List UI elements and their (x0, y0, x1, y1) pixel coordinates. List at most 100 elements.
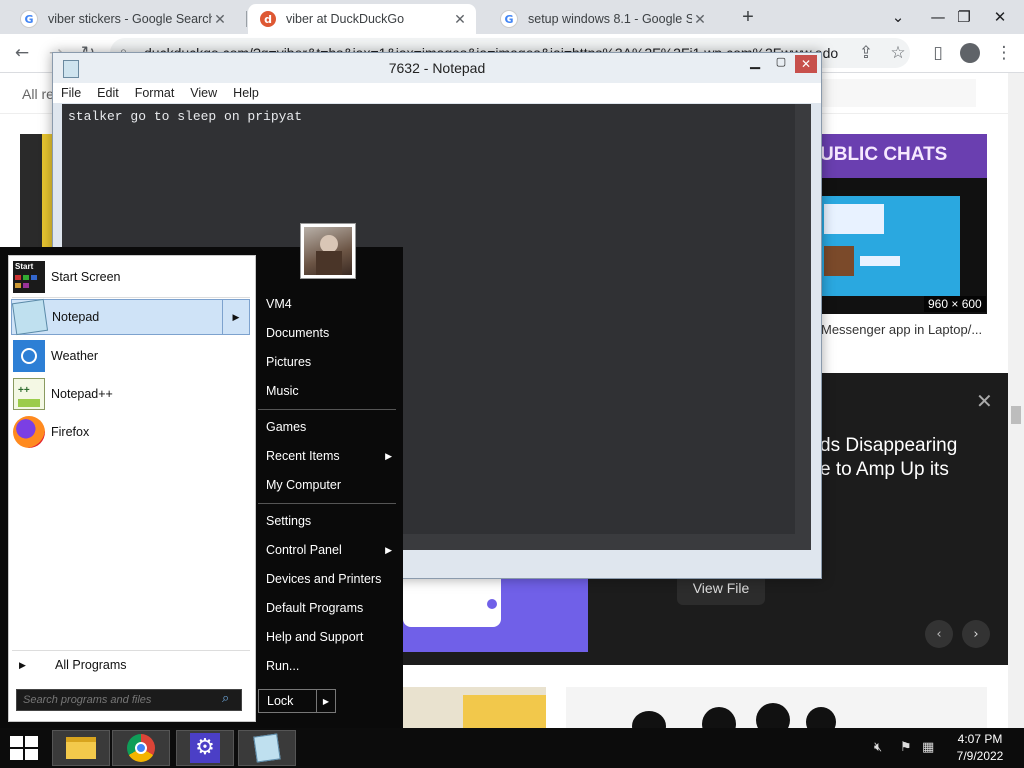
start-item-label: Firefox (51, 425, 90, 439)
restore-icon[interactable]: ❐ (944, 0, 984, 34)
laptop-screen (820, 178, 987, 314)
search-icon[interactable]: ⌕ (222, 691, 229, 706)
filter-control[interactable] (820, 79, 976, 107)
tab-separator (246, 11, 247, 27)
notepad-icon (253, 733, 281, 763)
clock-time[interactable]: 4:07 PM (944, 732, 1016, 746)
side-panel-icon[interactable]: ▯ (924, 39, 952, 67)
divider (12, 297, 250, 298)
start-item-firefox[interactable]: Firefox (11, 414, 251, 450)
start-right-vm4[interactable]: VM4 (266, 292, 292, 316)
start-right-control-panel[interactable]: Control Panel ▶ (266, 538, 392, 562)
start-right-label: Recent Items (266, 449, 340, 463)
taskbar-settings[interactable]: ⚙ (176, 730, 234, 766)
tab-title: viber stickers - Google Search (48, 12, 212, 26)
image-caption[interactable]: Messenger app in Laptop/... (821, 322, 982, 337)
weather-icon (13, 340, 45, 372)
start-right-run[interactable]: Run... (266, 654, 299, 678)
notepad-icon (11, 298, 49, 336)
menu-edit[interactable]: Edit (89, 86, 127, 100)
start-item-label: Weather (51, 349, 99, 363)
previous-image-icon[interactable]: ‹ (925, 620, 953, 648)
preview-image (403, 577, 588, 652)
back-icon[interactable]: ← (8, 39, 36, 67)
close-tab-icon[interactable]: ✕ (212, 11, 228, 28)
chat-screenshot (820, 196, 960, 296)
filter-all-regions[interactable]: All re (22, 86, 54, 102)
user-avatar[interactable] (300, 223, 356, 279)
profile-avatar-icon[interactable] (956, 39, 984, 67)
close-window-icon[interactable]: ✕ (980, 0, 1020, 34)
start-screen-icon: Start (13, 261, 45, 293)
start-right-recent-items[interactable]: Recent Items ▶ (266, 444, 392, 468)
chrome-icon (127, 734, 155, 762)
tab-viber-duckduckgo[interactable]: d viber at DuckDuckGo ✕ (248, 4, 476, 34)
windows-start-icon[interactable] (10, 736, 38, 760)
all-programs-button[interactable]: ▶ All Programs (11, 653, 251, 677)
menu-help[interactable]: Help (225, 86, 267, 100)
settings-icon: ⚙ (190, 733, 220, 763)
close-panel-icon[interactable]: ✕ (976, 389, 993, 413)
start-right-settings[interactable]: Settings (266, 509, 311, 533)
tab-viber-stickers[interactable]: G viber stickers - Google Search ✕ (8, 4, 236, 34)
start-right-devices-printers[interactable]: Devices and Printers (266, 567, 381, 591)
start-right-documents[interactable]: Documents (266, 321, 329, 345)
start-menu-programs-pane: Start Start Screen Notepad ▶ Weather ++ (8, 255, 256, 722)
scrollbar-thumb[interactable] (1011, 406, 1021, 424)
network-icon[interactable]: ▦ (922, 740, 934, 755)
start-right-label: Control Panel (266, 543, 342, 557)
notepad-close-icon[interactable]: ✕ (795, 55, 817, 73)
clock-date[interactable]: 7/9/2022 (944, 749, 1016, 763)
taskbar-file-explorer[interactable] (52, 730, 110, 766)
tab-setup-windows[interactable]: G setup windows 8.1 - Google Search ✕ (488, 4, 716, 34)
start-item-start-screen[interactable]: Start Start Screen (11, 259, 251, 295)
image-banner-text: UBLIC CHATS (820, 144, 948, 165)
lock-button[interactable]: Lock ▶ (258, 689, 336, 713)
next-image-icon[interactable]: › (962, 620, 990, 648)
image-result-bottom-left[interactable] (403, 687, 546, 728)
menu-file[interactable]: File (53, 86, 89, 100)
start-right-pictures[interactable]: Pictures (266, 350, 311, 374)
close-tab-icon[interactable]: ✕ (692, 11, 708, 28)
start-right-help-support[interactable]: Help and Support (266, 625, 363, 649)
chrome-menu-icon[interactable]: ⋮ (990, 39, 1018, 67)
submenu-arrow-icon[interactable]: ▶ (222, 300, 249, 334)
notepad-title-bar[interactable]: 7632 - Notepad ▁ ▢ ✕ (53, 53, 821, 83)
image-result-viber[interactable]: UBLIC CHATS 960 × 600 (820, 134, 987, 314)
menu-view[interactable]: View (182, 86, 225, 100)
start-right-default-programs[interactable]: Default Programs (266, 596, 363, 620)
page-scrollbar[interactable] (1008, 73, 1024, 728)
lock-label: Lock (267, 694, 294, 708)
taskbar-notepad[interactable] (238, 730, 296, 766)
start-item-label: Notepad++ (51, 387, 113, 401)
notepad-vertical-scrollbar[interactable] (795, 104, 811, 550)
close-tab-icon[interactable]: ✕ (452, 11, 468, 28)
power-options-arrow-icon[interactable]: ▶ (316, 690, 335, 712)
file-explorer-icon (66, 737, 96, 759)
action-center-flag-icon[interactable]: ⚑ (900, 740, 912, 755)
new-tab-button[interactable]: + (736, 6, 760, 28)
taskbar-chrome[interactable] (112, 730, 170, 766)
image-result-bottom-right[interactable] (566, 687, 987, 728)
image-result-left[interactable] (20, 134, 52, 248)
start-item-notepad[interactable]: Notepad ▶ (11, 298, 250, 336)
tab-search-icon[interactable]: ⌄ (878, 0, 918, 34)
notepad-minimize-icon[interactable]: ▁ (743, 55, 767, 73)
menu-format[interactable]: Format (127, 86, 183, 100)
start-right-games[interactable]: Games (266, 415, 306, 439)
start-search-box[interactable]: Search programs and files ⌕ (16, 689, 242, 711)
start-right-my-computer[interactable]: My Computer (266, 473, 341, 497)
bookmark-star-icon[interactable]: ☆ (884, 39, 912, 67)
volume-muted-icon[interactable]: 🔇︎ (874, 740, 882, 755)
divider (258, 409, 396, 410)
share-icon[interactable]: ⇪ (852, 39, 880, 67)
divider (258, 503, 396, 504)
notepad-content: stalker go to sleep on pripyat (68, 109, 303, 124)
start-item-weather[interactable]: Weather (11, 338, 251, 374)
notepad-maximize-icon[interactable]: ▢ (769, 55, 793, 73)
start-right-music[interactable]: Music (266, 379, 299, 403)
submenu-arrow-icon: ▶ (385, 544, 392, 555)
image-dimensions-badge: 960 × 600 (924, 296, 986, 312)
start-item-notepadpp[interactable]: ++ Notepad++ (11, 376, 251, 412)
google-icon: G (500, 10, 518, 28)
